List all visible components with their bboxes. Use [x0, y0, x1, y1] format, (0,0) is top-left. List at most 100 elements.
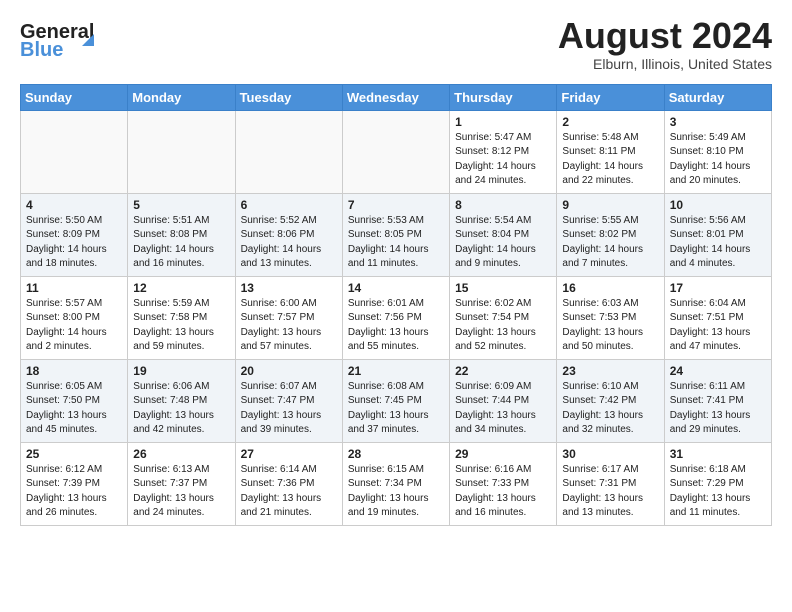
day-info: Sunrise: 6:18 AM Sunset: 7:29 PM Dayligh…: [670, 463, 766, 521]
day-number: 3: [670, 115, 766, 129]
calendar-cell: [342, 110, 449, 193]
day-number: 9: [562, 198, 658, 212]
day-number: 21: [348, 364, 444, 378]
calendar-table: SundayMondayTuesdayWednesdayThursdayFrid…: [20, 84, 772, 526]
day-info: Sunrise: 5:56 AM Sunset: 8:01 PM Dayligh…: [670, 214, 766, 272]
day-info: Sunrise: 5:51 AM Sunset: 8:08 PM Dayligh…: [133, 214, 229, 272]
calendar-cell: 14 Sunrise: 6:01 AM Sunset: 7:56 PM Dayli…: [342, 276, 449, 359]
day-info: Sunrise: 5:47 AM Sunset: 8:12 PM Dayligh…: [455, 131, 551, 189]
calendar-cell: 19Sunrise: 6:06 AM Sunset: 7:48 PM Dayli…: [128, 359, 235, 442]
day-info: Sunrise: 6:16 AM Sunset: 7:33 PM Dayligh…: [455, 463, 551, 521]
calendar-cell: 11 Sunrise: 5:57 AM Sunset: 8:00 PM Dayli…: [21, 276, 128, 359]
day-info: Sunrise: 6:12 AM Sunset: 7:39 PM Dayligh…: [26, 463, 122, 521]
day-number: 22: [455, 364, 551, 378]
day-info: Sunrise: 5:48 AM Sunset: 8:11 PM Dayligh…: [562, 131, 658, 189]
weekday-header-saturday: Saturday: [664, 84, 771, 110]
calendar-week-4: 18Sunrise: 6:05 AM Sunset: 7:50 PM Dayli…: [21, 359, 772, 442]
day-number: 14: [348, 281, 444, 295]
day-info: Sunrise: 5:59 AM Sunset: 7:58 PM Dayligh…: [133, 297, 229, 355]
calendar-week-1: 1 Sunrise: 5:47 AM Sunset: 8:12 PM Daylig…: [21, 110, 772, 193]
day-number: 23: [562, 364, 658, 378]
day-number: 25: [26, 447, 122, 461]
calendar-cell: 7 Sunrise: 5:53 AM Sunset: 8:05 PM Daylig…: [342, 193, 449, 276]
svg-text:Blue: Blue: [20, 39, 63, 58]
day-info: Sunrise: 6:01 AM Sunset: 7:56 PM Dayligh…: [348, 297, 444, 355]
calendar-cell: 16 Sunrise: 6:03 AM Sunset: 7:53 PM Dayli…: [557, 276, 664, 359]
calendar-cell: 9 Sunrise: 5:55 AM Sunset: 8:02 PM Daylig…: [557, 193, 664, 276]
day-info: Sunrise: 6:00 AM Sunset: 7:57 PM Dayligh…: [241, 297, 337, 355]
logo: General Blue: [20, 16, 100, 58]
day-info: Sunrise: 6:13 AM Sunset: 7:37 PM Dayligh…: [133, 463, 229, 521]
logo-icon: General Blue: [20, 16, 100, 58]
day-info: Sunrise: 5:57 AM Sunset: 8:00 PM Dayligh…: [26, 297, 122, 355]
day-number: 15: [455, 281, 551, 295]
calendar-cell: 6 Sunrise: 5:52 AM Sunset: 8:06 PM Daylig…: [235, 193, 342, 276]
calendar-cell: 4Sunrise: 5:50 AM Sunset: 8:09 PM Daylig…: [21, 193, 128, 276]
day-number: 11: [26, 281, 122, 295]
calendar-cell: 29 Sunrise: 6:16 AM Sunset: 7:33 PM Dayli…: [450, 442, 557, 525]
day-info: Sunrise: 5:54 AM Sunset: 8:04 PM Dayligh…: [455, 214, 551, 272]
day-number: 7: [348, 198, 444, 212]
calendar-cell: 22Sunrise: 6:09 AM Sunset: 7:44 PM Dayli…: [450, 359, 557, 442]
weekday-header-sunday: Sunday: [21, 84, 128, 110]
day-number: 2: [562, 115, 658, 129]
day-number: 26: [133, 447, 229, 461]
day-number: 10: [670, 198, 766, 212]
header: General Blue August 2024 Elburn, Illinoi…: [20, 16, 772, 72]
calendar-page: General Blue August 2024 Elburn, Illinoi…: [0, 0, 792, 536]
calendar-cell: 18Sunrise: 6:05 AM Sunset: 7:50 PM Dayli…: [21, 359, 128, 442]
calendar-cell: 5 Sunrise: 5:51 AM Sunset: 8:08 PM Daylig…: [128, 193, 235, 276]
day-info: Sunrise: 6:02 AM Sunset: 7:54 PM Dayligh…: [455, 297, 551, 355]
day-info: Sunrise: 6:17 AM Sunset: 7:31 PM Dayligh…: [562, 463, 658, 521]
calendar-cell: 15 Sunrise: 6:02 AM Sunset: 7:54 PM Dayli…: [450, 276, 557, 359]
calendar-body: 1 Sunrise: 5:47 AM Sunset: 8:12 PM Daylig…: [21, 110, 772, 525]
weekday-header-row: SundayMondayTuesdayWednesdayThursdayFrid…: [21, 84, 772, 110]
calendar-cell: 28Sunrise: 6:15 AM Sunset: 7:34 PM Dayli…: [342, 442, 449, 525]
day-number: 24: [670, 364, 766, 378]
weekday-header-monday: Monday: [128, 84, 235, 110]
day-info: Sunrise: 5:49 AM Sunset: 8:10 PM Dayligh…: [670, 131, 766, 189]
day-number: 6: [241, 198, 337, 212]
day-number: 12: [133, 281, 229, 295]
calendar-cell: 13Sunrise: 6:00 AM Sunset: 7:57 PM Dayli…: [235, 276, 342, 359]
day-number: 27: [241, 447, 337, 461]
day-info: Sunrise: 6:04 AM Sunset: 7:51 PM Dayligh…: [670, 297, 766, 355]
day-info: Sunrise: 5:53 AM Sunset: 8:05 PM Dayligh…: [348, 214, 444, 272]
calendar-cell: 26 Sunrise: 6:13 AM Sunset: 7:37 PM Dayli…: [128, 442, 235, 525]
day-info: Sunrise: 6:03 AM Sunset: 7:53 PM Dayligh…: [562, 297, 658, 355]
calendar-cell: 3 Sunrise: 5:49 AM Sunset: 8:10 PM Daylig…: [664, 110, 771, 193]
calendar-cell: 21 Sunrise: 6:08 AM Sunset: 7:45 PM Dayli…: [342, 359, 449, 442]
day-info: Sunrise: 6:07 AM Sunset: 7:47 PM Dayligh…: [241, 380, 337, 438]
calendar-cell: 24Sunrise: 6:11 AM Sunset: 7:41 PM Dayli…: [664, 359, 771, 442]
calendar-cell: 2 Sunrise: 5:48 AM Sunset: 8:11 PM Daylig…: [557, 110, 664, 193]
day-number: 19: [133, 364, 229, 378]
day-number: 17: [670, 281, 766, 295]
weekday-header-thursday: Thursday: [450, 84, 557, 110]
calendar-cell: [128, 110, 235, 193]
day-info: Sunrise: 5:52 AM Sunset: 8:06 PM Dayligh…: [241, 214, 337, 272]
day-number: 5: [133, 198, 229, 212]
day-info: Sunrise: 6:15 AM Sunset: 7:34 PM Dayligh…: [348, 463, 444, 521]
calendar-cell: 17 Sunrise: 6:04 AM Sunset: 7:51 PM Dayli…: [664, 276, 771, 359]
calendar-cell: 30 Sunrise: 6:17 AM Sunset: 7:31 PM Dayli…: [557, 442, 664, 525]
day-number: 1: [455, 115, 551, 129]
weekday-header-friday: Friday: [557, 84, 664, 110]
day-number: 8: [455, 198, 551, 212]
calendar-cell: 10 Sunrise: 5:56 AM Sunset: 8:01 PM Dayli…: [664, 193, 771, 276]
title-block: August 2024 Elburn, Illinois, United Sta…: [558, 16, 772, 72]
day-number: 20: [241, 364, 337, 378]
day-number: 4: [26, 198, 122, 212]
calendar-cell: 12 Sunrise: 5:59 AM Sunset: 7:58 PM Dayli…: [128, 276, 235, 359]
day-number: 31: [670, 447, 766, 461]
calendar-cell: 1 Sunrise: 5:47 AM Sunset: 8:12 PM Daylig…: [450, 110, 557, 193]
day-number: 29: [455, 447, 551, 461]
calendar-cell: 20 Sunrise: 6:07 AM Sunset: 7:47 PM Dayli…: [235, 359, 342, 442]
day-number: 30: [562, 447, 658, 461]
calendar-cell: 8 Sunrise: 5:54 AM Sunset: 8:04 PM Daylig…: [450, 193, 557, 276]
weekday-header-wednesday: Wednesday: [342, 84, 449, 110]
day-info: Sunrise: 5:55 AM Sunset: 8:02 PM Dayligh…: [562, 214, 658, 272]
calendar-week-2: 4Sunrise: 5:50 AM Sunset: 8:09 PM Daylig…: [21, 193, 772, 276]
day-info: Sunrise: 6:08 AM Sunset: 7:45 PM Dayligh…: [348, 380, 444, 438]
day-number: 16: [562, 281, 658, 295]
location: Elburn, Illinois, United States: [558, 56, 772, 72]
